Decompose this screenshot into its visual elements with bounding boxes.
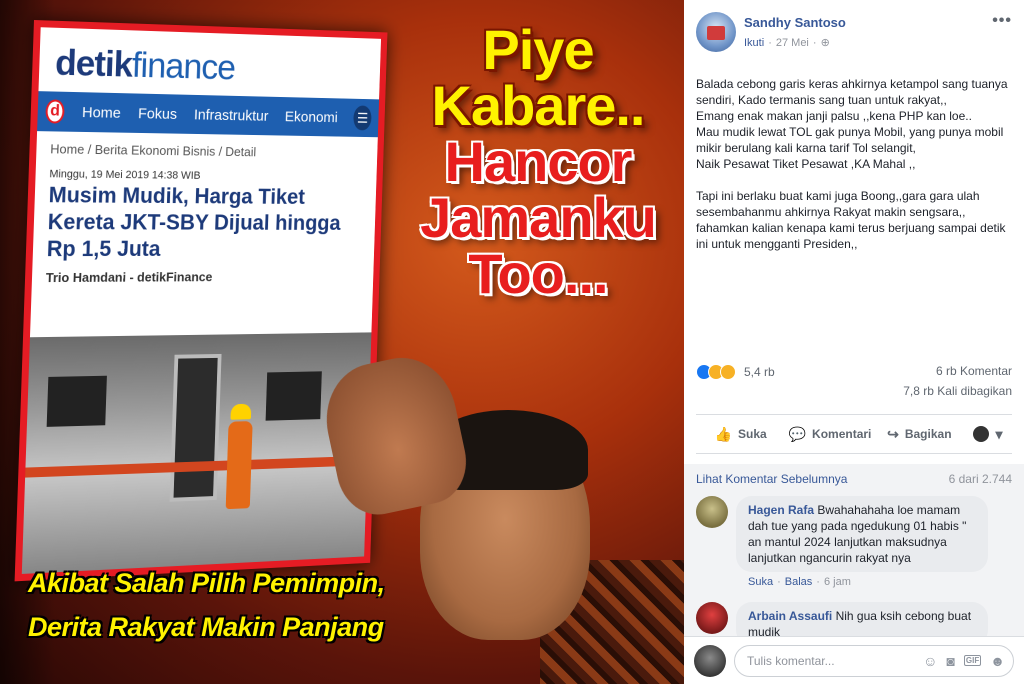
comment-dot-separator: · — [816, 576, 820, 588]
reactions-summary[interactable]: 5,4 rb — [696, 364, 775, 380]
post-header: Sandhy Santoso Ikuti · 27 Mei · ⊕ ••• — [684, 0, 1024, 60]
post-text: Balada cebong garis keras ahkirnya ketam… — [684, 60, 1024, 356]
globe-icon: ⊕ — [821, 36, 830, 49]
post-meta: Ikuti · 27 Mei · ⊕ — [744, 36, 992, 49]
post-as-selector[interactable]: ▾ — [964, 426, 1012, 443]
logo-detik: detik — [55, 42, 133, 85]
comment-time[interactable]: 6 jam — [824, 576, 851, 588]
follow-link[interactable]: Ikuti — [744, 37, 764, 49]
gif-icon[interactable]: GIF — [964, 655, 981, 666]
comment-composer: ☺ ◙ GIF ☻ — [684, 636, 1024, 684]
caption-line-2: Derita Rakyat Makin Panjang — [28, 612, 458, 643]
comment-button[interactable]: 💬 Komentari — [785, 426, 874, 443]
train-window — [266, 371, 322, 420]
comment-reply-link[interactable]: Balas — [785, 576, 813, 588]
sticker-icon[interactable]: ☻ — [990, 653, 1005, 669]
comment-count[interactable]: 6 rb Komentar — [936, 364, 1012, 378]
news-breadcrumb: Home / Berita Ekonomi Bisnis / Detail — [36, 131, 378, 166]
share-label: Bagikan — [905, 427, 952, 441]
train-photo — [21, 332, 371, 581]
headline-line: Kabare.. — [408, 78, 668, 134]
news-navbar: d Home Fokus Infrastruktur Ekonomi ☰ — [37, 91, 379, 137]
share-count[interactable]: 7,8 rb Kali dibagikan — [903, 384, 1012, 398]
comment-actions: Suka · Balas · 6 jam — [748, 576, 1012, 588]
like-button[interactable]: 👍 Suka — [696, 426, 785, 443]
comment-like-link[interactable]: Suka — [748, 576, 773, 588]
comment-icon: 💬 — [789, 426, 806, 443]
detik-badge-icon: d — [45, 99, 65, 123]
headline-line: Too... — [408, 246, 668, 302]
comments-shown-count: 6 dari 2.744 — [949, 472, 1012, 486]
headline-line: Piye — [408, 22, 668, 78]
post-image[interactable]: detikfinance d Home Fokus Infrastruktur … — [0, 0, 684, 684]
commenter-name[interactable]: Arbain Assaufi — [748, 609, 832, 623]
comment-item: Hagen Rafa Bwahahahaha loe mamam dah tue… — [696, 496, 1012, 572]
post-paragraph: Balada cebong garis keras ahkirnya ketam… — [696, 76, 1012, 172]
post-date[interactable]: 27 Mei — [776, 37, 809, 49]
nav-fokus: Fokus — [138, 105, 177, 122]
meta-separator: · — [813, 37, 817, 49]
worker-helmet — [231, 404, 252, 420]
emoji-icon[interactable]: ☺ — [923, 653, 937, 669]
post-author-name[interactable]: Sandhy Santoso — [744, 15, 992, 30]
comment-input[interactable] — [747, 654, 914, 668]
thumbs-up-icon: 👍 — [715, 426, 732, 443]
detikfinance-logo: detikfinance — [39, 27, 381, 93]
logo-finance: finance — [131, 44, 235, 87]
comment-field[interactable]: ☺ ◙ GIF ☻ — [734, 645, 1014, 677]
previous-comments-link[interactable]: Lihat Komentar Sebelumnya — [696, 472, 847, 486]
like-label: Suka — [738, 427, 767, 441]
post-sidebar: Sandhy Santoso Ikuti · 27 Mei · ⊕ ••• Ba… — [684, 0, 1024, 684]
comment-dot-separator: · — [777, 576, 781, 588]
headline-line: Jamanku — [408, 190, 668, 246]
nav-home: Home — [82, 104, 121, 122]
headline-line: Hancor — [408, 134, 668, 190]
news-title: Musim Mudik, Harga Tiket Kereta JKT-SBY … — [33, 182, 377, 263]
nav-ekonomi: Ekonomi — [285, 108, 338, 125]
more-dots-icon[interactable]: ••• — [992, 12, 1012, 60]
meme-headline: Piye Kabare.. Hancor Jamanku Too... — [408, 22, 668, 302]
commenter-name[interactable]: Hagen Rafa — [748, 503, 814, 517]
caption-line-1: Akibat Salah Pilih Pemimpin, — [28, 568, 458, 599]
commenter-avatar[interactable] — [696, 496, 728, 528]
meta-separator: · — [768, 37, 772, 49]
comment-label: Komentari — [812, 427, 871, 441]
author-avatar[interactable] — [696, 12, 736, 52]
train-door — [170, 354, 222, 502]
worker-figure — [226, 421, 253, 509]
current-user-avatar — [694, 645, 726, 677]
camera-icon[interactable]: ◙ — [946, 653, 954, 669]
sad-reaction-icon — [720, 364, 736, 380]
user-mini-avatar — [973, 426, 989, 442]
post-paragraph: Tapi ini berlaku buat kami juga Boong,,g… — [696, 188, 1012, 252]
nav-infrastruktur: Infrastruktur — [194, 106, 269, 124]
hamburger-menu-icon: ☰ — [353, 105, 371, 130]
share-arrow-icon: ↪ — [887, 426, 899, 443]
news-author: Trio Hamdani - detikFinance — [31, 262, 373, 294]
post-actions: 👍 Suka 💬 Komentari ↪ Bagikan ▾ — [696, 414, 1012, 454]
reaction-count: 5,4 rb — [744, 365, 775, 379]
commenter-avatar[interactable] — [696, 602, 728, 634]
share-button[interactable]: ↪ Bagikan — [875, 426, 964, 443]
post-stats: 5,4 rb 6 rb Komentar 7,8 rb Kali dibagik… — [684, 356, 1024, 406]
caret-down-icon: ▾ — [995, 426, 1002, 443]
news-screenshot: detikfinance d Home Fokus Infrastruktur … — [15, 20, 388, 581]
comment-bubble: Hagen Rafa Bwahahahaha loe mamam dah tue… — [736, 496, 988, 572]
train-window — [47, 376, 107, 427]
